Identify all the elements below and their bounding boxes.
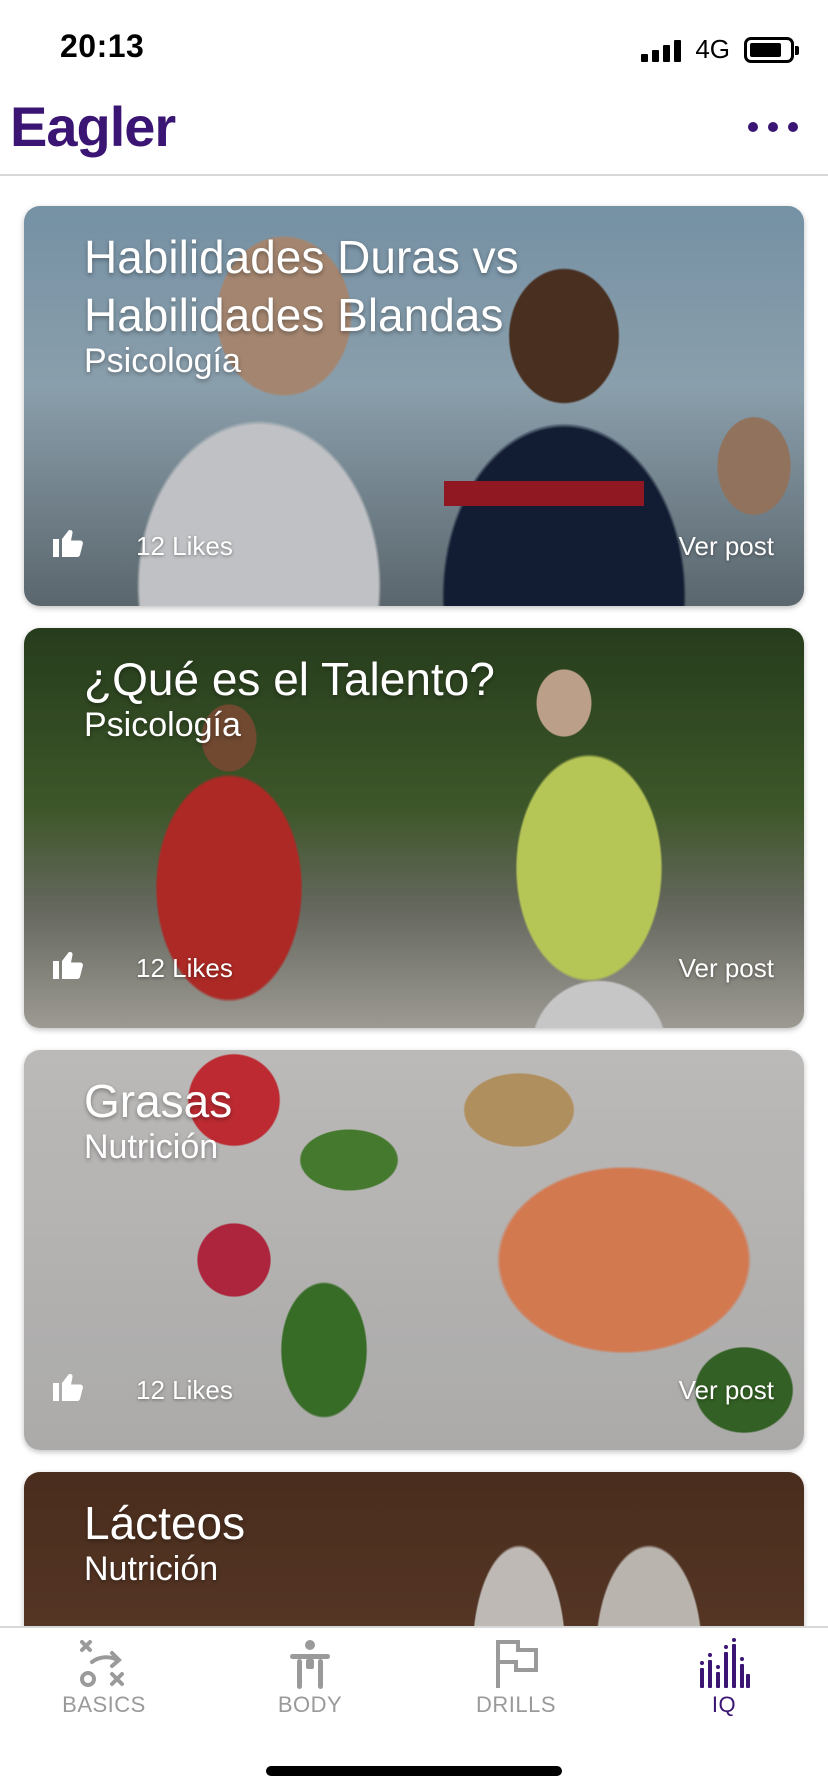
view-post-link[interactable]: Ver post bbox=[679, 953, 774, 984]
network-type: 4G bbox=[695, 34, 730, 64]
post-category: Psicología bbox=[84, 342, 241, 380]
more-horizontal-icon bbox=[748, 122, 758, 132]
post-title: Habilidades Duras vs Habilidades Blandas bbox=[84, 231, 519, 341]
tab-label: BASICS bbox=[62, 1692, 146, 1717]
status-bar: 20:13 4G bbox=[0, 0, 828, 92]
tab-label: BODY bbox=[277, 1692, 343, 1717]
thumbs-up-icon[interactable] bbox=[50, 946, 86, 982]
post-category: Nutrición bbox=[84, 1128, 219, 1166]
likes-count: 12 Likes bbox=[136, 953, 233, 983]
post-title: ¿Qué es el Talento? bbox=[84, 653, 495, 705]
body-icon bbox=[290, 1640, 330, 1689]
post-title: Grasas bbox=[84, 1075, 233, 1127]
likes-count: 12 Likes bbox=[136, 531, 233, 561]
post-card[interactable]: ¿Qué es el Talento? Psicología 12 Likes … bbox=[24, 628, 804, 1028]
likes-count: 12 Likes bbox=[136, 1375, 233, 1405]
status-indicators: 4G bbox=[641, 34, 799, 65]
tab-label: DRILLS bbox=[475, 1692, 557, 1717]
app-header: Eagler bbox=[0, 92, 828, 176]
home-indicator[interactable] bbox=[266, 1766, 562, 1776]
tab-drills[interactable]: DRILLS bbox=[436, 1634, 596, 1734]
battery-icon bbox=[744, 36, 799, 63]
post-feed[interactable]: Habilidades Duras vs Habilidades Blandas… bbox=[0, 178, 828, 1626]
tab-body[interactable]: BODY bbox=[230, 1634, 390, 1734]
post-card[interactable]: Habilidades Duras vs Habilidades Blandas… bbox=[24, 206, 804, 606]
strategy-icon bbox=[80, 1640, 124, 1687]
thumbs-up-icon[interactable] bbox=[50, 524, 86, 560]
post-title: Lácteos bbox=[84, 1497, 246, 1549]
more-options-button[interactable] bbox=[748, 122, 798, 132]
post-card[interactable]: Lácteos Nutrición bbox=[24, 1472, 804, 1626]
signal-icon bbox=[641, 38, 682, 62]
post-category: Psicología bbox=[84, 706, 241, 744]
view-post-link[interactable]: Ver post bbox=[679, 531, 774, 562]
post-category: Nutrición bbox=[84, 1550, 219, 1588]
post-card[interactable]: Grasas Nutrición 12 Likes Ver post bbox=[24, 1050, 804, 1450]
status-time: 20:13 bbox=[60, 28, 145, 64]
tab-label: IQ bbox=[711, 1692, 737, 1717]
bars-icon bbox=[700, 1638, 750, 1688]
tab-basics[interactable]: BASICS bbox=[24, 1634, 184, 1734]
tab-iq[interactable]: IQ bbox=[644, 1634, 804, 1734]
flag-icon bbox=[496, 1640, 538, 1688]
thumbs-up-icon[interactable] bbox=[50, 1368, 86, 1404]
view-post-link[interactable]: Ver post bbox=[679, 1375, 774, 1406]
app-logo: Eagler bbox=[10, 95, 176, 158]
